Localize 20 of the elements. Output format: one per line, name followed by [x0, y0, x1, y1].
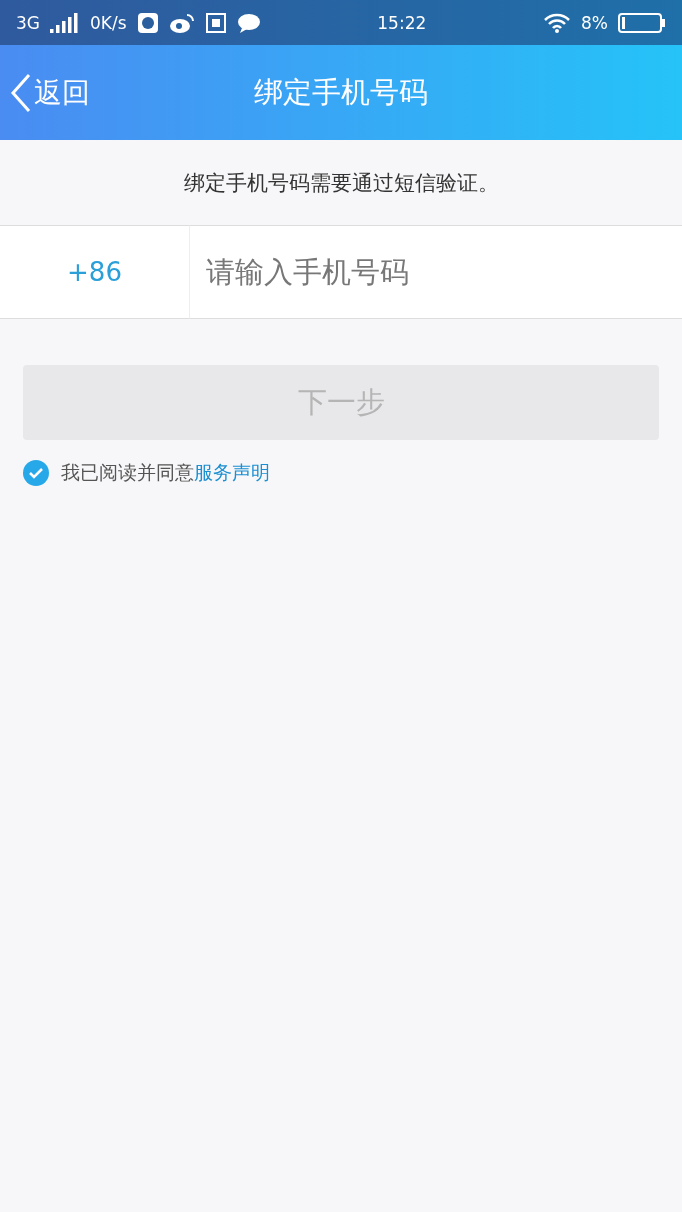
battery-icon: [618, 11, 666, 34]
network-speed: 0K/s: [90, 12, 127, 33]
notice-text: 绑定手机号码需要通过短信验证。: [182, 169, 500, 197]
app-icon: [136, 11, 159, 34]
checkmark-icon: [28, 467, 44, 479]
back-button[interactable]: 返回: [0, 72, 130, 113]
network-type: 3G: [16, 12, 40, 33]
chat-bubble-icon: [236, 11, 261, 34]
country-code[interactable]: +86: [0, 225, 190, 319]
wifi-icon: [543, 11, 572, 34]
phone-input-field[interactable]: 请输入手机号码: [190, 225, 682, 319]
agree-checkbox[interactable]: [23, 460, 49, 486]
signal-icon: [50, 12, 80, 33]
page-title: 绑定手机号码: [254, 73, 428, 111]
battery-percent: 8%: [581, 12, 608, 33]
square-app-icon: [204, 11, 227, 34]
service-terms-link[interactable]: 服务声明: [194, 461, 270, 483]
chevron-left-icon: [10, 72, 32, 113]
agreement-text: 我已阅读并同意: [61, 461, 194, 483]
clock-time: 15:22: [377, 12, 427, 33]
